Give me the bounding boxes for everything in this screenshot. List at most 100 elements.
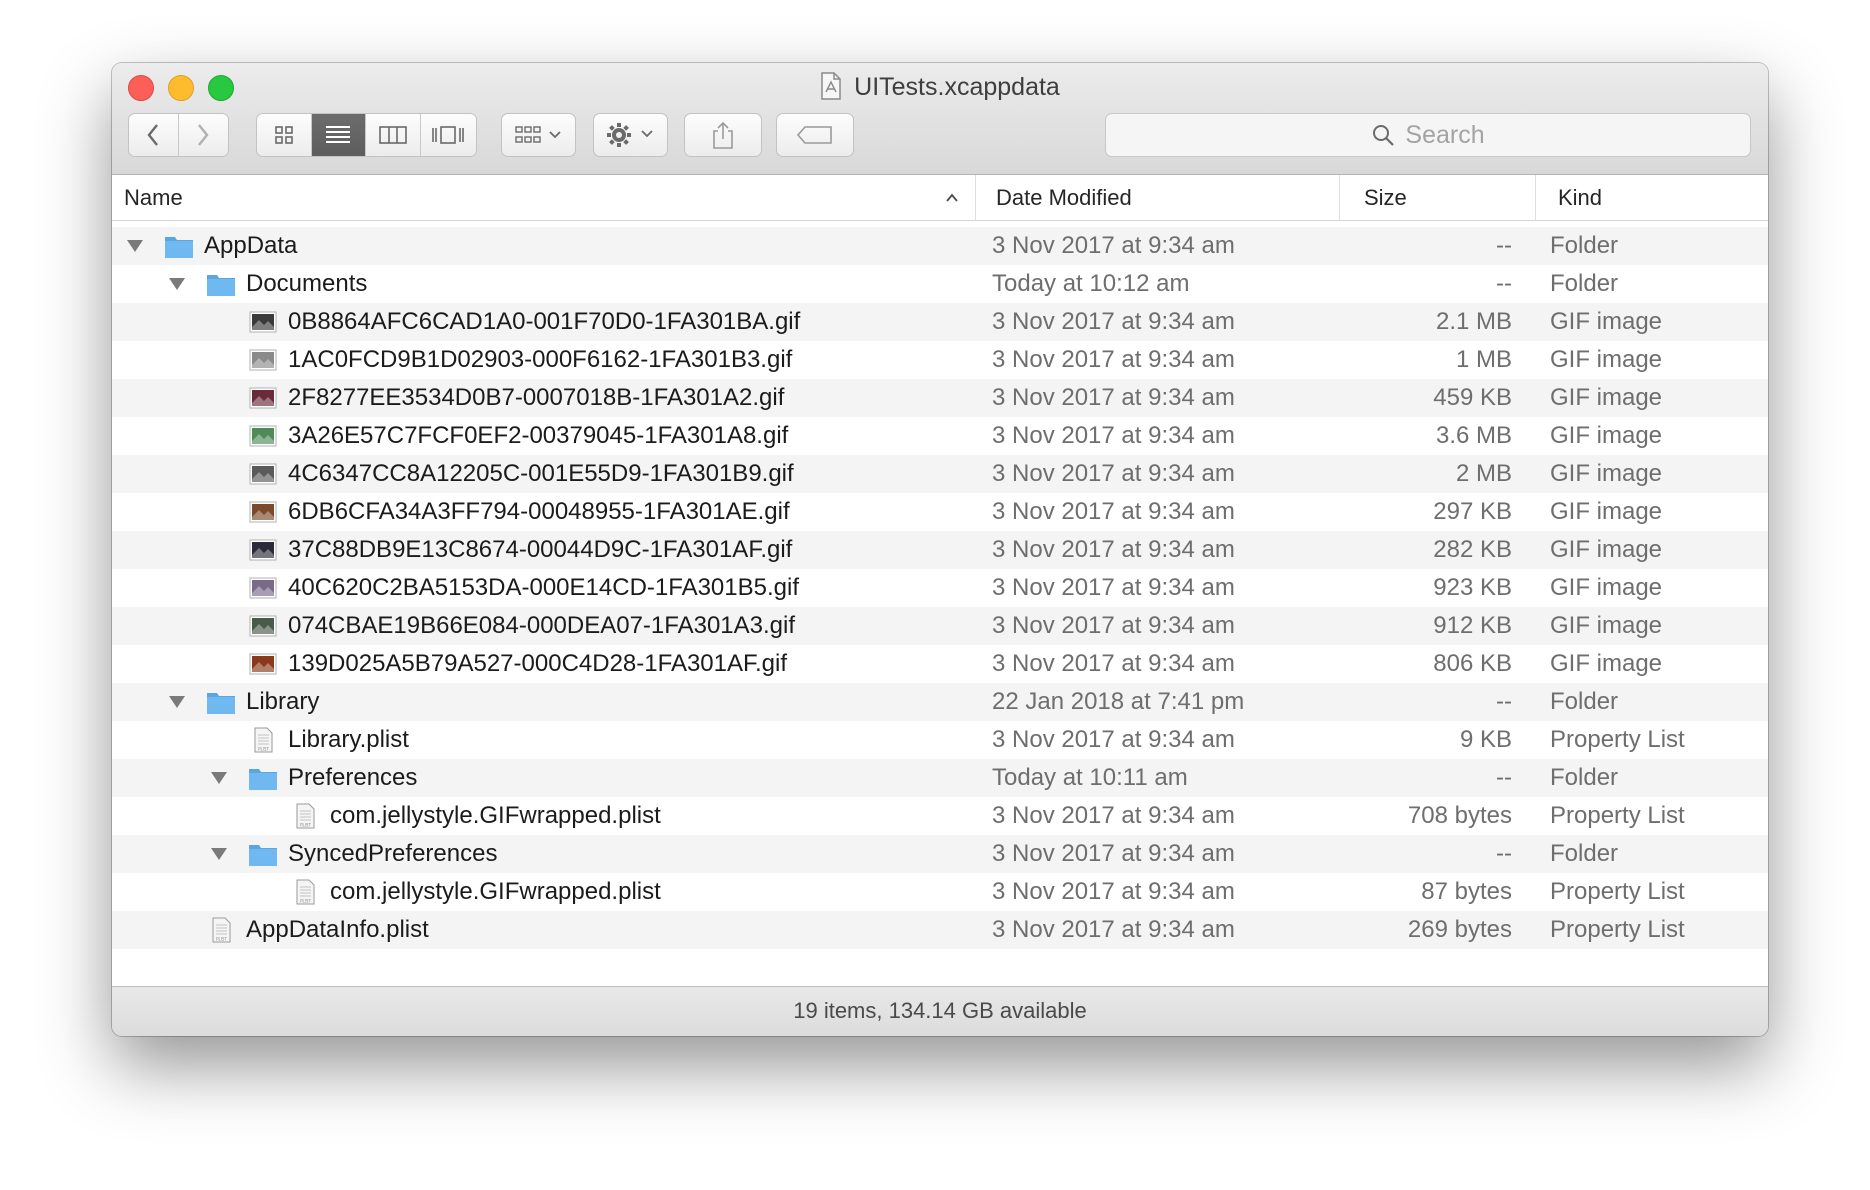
file-size: 282 KB xyxy=(1433,536,1512,563)
plist-file-icon: PLIST xyxy=(212,917,231,943)
file-size: 269 bytes xyxy=(1407,916,1512,943)
file-date: 3 Nov 2017 at 9:34 am xyxy=(992,840,1235,867)
file-date: 3 Nov 2017 at 9:34 am xyxy=(992,916,1235,943)
file-name: 37C88DB9E13C8674-00044D9C-1FA301AF.gif xyxy=(288,536,793,563)
disclosure-triangle-icon[interactable] xyxy=(168,695,186,709)
gif-thumbnail-icon xyxy=(249,539,277,561)
disclosure-triangle-icon[interactable] xyxy=(168,277,186,291)
file-row[interactable]: Documents Today at 10:12 am -- Folder xyxy=(112,265,1768,303)
gif-thumbnail-icon xyxy=(249,501,277,523)
file-row[interactable]: 4C6347CC8A12205C-001E55D9-1FA301B9.gif 3 … xyxy=(112,455,1768,493)
file-row[interactable]: Library 22 Jan 2018 at 7:41 pm -- Folder xyxy=(112,683,1768,721)
column-header-date[interactable]: Date Modified xyxy=(976,175,1340,221)
column-view-button[interactable] xyxy=(366,114,421,156)
list-view-icon xyxy=(326,126,351,143)
column-view-icon xyxy=(378,126,407,144)
disclosure-triangle-icon[interactable] xyxy=(210,847,228,861)
gif-thumbnail-icon xyxy=(249,425,277,447)
file-date: 3 Nov 2017 at 9:34 am xyxy=(992,422,1235,449)
file-row[interactable]: 139D025A5B79A527-000C4D28-1FA301AF.gif 3 … xyxy=(112,645,1768,683)
file-row[interactable]: AppData 3 Nov 2017 at 9:34 am -- Folder xyxy=(112,227,1768,265)
file-kind: GIF image xyxy=(1550,308,1663,335)
file-row[interactable]: PLIST com.jellystyle.GIFwrapped.plist 3 No… xyxy=(112,797,1768,835)
list-view-button[interactable] xyxy=(311,114,366,156)
column-header-date-label: Date Modified xyxy=(996,185,1132,210)
tag-icon xyxy=(796,126,832,144)
gif-thumbnail-icon xyxy=(249,349,277,371)
share-icon xyxy=(713,121,733,149)
file-name: 40C620C2BA5153DA-000E14CD-1FA301B5.gif xyxy=(288,574,799,601)
column-header-size[interactable]: Size xyxy=(1340,175,1536,221)
coverflow-view-button[interactable] xyxy=(420,114,476,156)
file-name: 1AC0FCD9B1D02903-000F6162-1FA301B3.gif xyxy=(288,346,793,373)
gif-thumbnail-icon xyxy=(249,311,277,333)
file-kind: Folder xyxy=(1550,840,1619,867)
file-name: 0B8864AFC6CAD1A0-001F70D0-1FA301BA.gif xyxy=(288,308,801,335)
share-button[interactable] xyxy=(684,113,762,157)
window-title-area: UITests.xcappdata xyxy=(112,72,1768,102)
file-name: Preferences xyxy=(288,764,418,791)
folder-icon xyxy=(249,769,277,790)
file-row[interactable]: 37C88DB9E13C8674-00044D9C-1FA301AF.gif 3 … xyxy=(112,531,1768,569)
file-row[interactable]: 1AC0FCD9B1D02903-000F6162-1FA301B3.gif 3 … xyxy=(112,341,1768,379)
file-row[interactable]: 2F8277EE3534D0B7-0007018B-1FA301A2.gif 3 … xyxy=(112,379,1768,417)
file-size: 2 MB xyxy=(1455,460,1512,487)
file-size: 459 KB xyxy=(1433,384,1512,411)
file-row[interactable]: Preferences Today at 10:11 am -- Folder xyxy=(112,759,1768,797)
file-size: -- xyxy=(1496,270,1512,297)
column-header-name[interactable]: Name xyxy=(112,175,976,221)
file-row[interactable]: 6DB6CFA34A3FF794-00048955-1FA301AE.gif 3 … xyxy=(112,493,1768,531)
column-header-kind[interactable]: Kind xyxy=(1536,175,1768,221)
search-field[interactable]: Search xyxy=(1105,113,1751,157)
gear-icon xyxy=(606,123,653,147)
svg-text:PLIST: PLIST xyxy=(300,823,311,828)
file-list: AppData 3 Nov 2017 at 9:34 am -- Folder Docu… xyxy=(112,222,1768,986)
tags-button[interactable] xyxy=(776,113,854,157)
file-kind: GIF image xyxy=(1550,536,1663,563)
group-by-icon xyxy=(514,126,561,143)
file-row[interactable]: 0B8864AFC6CAD1A0-001F70D0-1FA301BA.gif 3 … xyxy=(112,303,1768,341)
chevron-left-icon xyxy=(147,124,159,146)
group-by-button[interactable] xyxy=(501,113,576,157)
file-row[interactable]: PLIST AppDataInfo.plist 3 Nov 2017 at 9:34… xyxy=(112,911,1768,949)
back-button[interactable] xyxy=(129,114,179,156)
file-kind: GIF image xyxy=(1550,422,1663,449)
file-row[interactable]: PLIST Library.plist 3 Nov 2017 at 9:34 am 9… xyxy=(112,721,1768,759)
forward-button[interactable] xyxy=(178,114,228,156)
file-row[interactable]: 40C620C2BA5153DA-000E14CD-1FA301B5.gif 3 … xyxy=(112,569,1768,607)
file-date: 3 Nov 2017 at 9:34 am xyxy=(992,726,1235,753)
file-row[interactable]: SyncedPreferences 3 Nov 2017 at 9:34 am --… xyxy=(112,835,1768,873)
disclosure-triangle-icon[interactable] xyxy=(210,771,228,785)
disclosure-triangle-icon[interactable] xyxy=(126,239,144,253)
file-name-cell: Documents xyxy=(112,265,972,303)
file-date: 3 Nov 2017 at 9:34 am xyxy=(992,498,1235,525)
file-kind: Folder xyxy=(1550,270,1619,297)
file-name: com.jellystyle.GIFwrapped.plist xyxy=(330,802,661,829)
file-name-cell: 074CBAE19B66E084-000DEA07-1FA301A3.gif xyxy=(112,607,972,645)
coverflow-view-icon xyxy=(432,126,465,144)
action-button[interactable] xyxy=(593,113,668,157)
view-mode-control xyxy=(256,113,477,157)
file-date: 3 Nov 2017 at 9:34 am xyxy=(992,612,1235,639)
icon-view-button[interactable] xyxy=(257,114,312,156)
file-size: -- xyxy=(1496,764,1512,791)
titlebar: UITests.xcappdata Search xyxy=(112,63,1768,175)
file-kind: GIF image xyxy=(1550,384,1663,411)
file-name-cell: 6DB6CFA34A3FF794-00048955-1FA301AE.gif xyxy=(112,493,972,531)
gif-thumbnail-icon xyxy=(249,463,277,485)
chevron-right-icon xyxy=(198,124,209,146)
file-name: 3A26E57C7FCF0EF2-00379045-1FA301A8.gif xyxy=(288,422,789,449)
file-date: 3 Nov 2017 at 9:34 am xyxy=(992,232,1235,259)
plist-file-icon: PLIST xyxy=(254,727,273,753)
file-date: 3 Nov 2017 at 9:34 am xyxy=(992,650,1235,677)
svg-text:PLIST: PLIST xyxy=(216,937,227,942)
file-row[interactable]: 074CBAE19B66E084-000DEA07-1FA301A3.gif 3 … xyxy=(112,607,1768,645)
file-name-cell: 4C6347CC8A12205C-001E55D9-1FA301B9.gif xyxy=(112,455,972,493)
column-header-kind-label: Kind xyxy=(1558,185,1603,210)
file-name-cell: 3A26E57C7FCF0EF2-00379045-1FA301A8.gif xyxy=(112,417,972,455)
file-row[interactable]: PLIST com.jellystyle.GIFwrapped.plist 3 No… xyxy=(112,873,1768,911)
file-name-cell: PLIST Library.plist xyxy=(112,721,972,759)
file-name: Library xyxy=(246,688,320,715)
file-row[interactable]: 3A26E57C7FCF0EF2-00379045-1FA301A8.gif 3 … xyxy=(112,417,1768,455)
file-name-cell: Library xyxy=(112,683,972,721)
